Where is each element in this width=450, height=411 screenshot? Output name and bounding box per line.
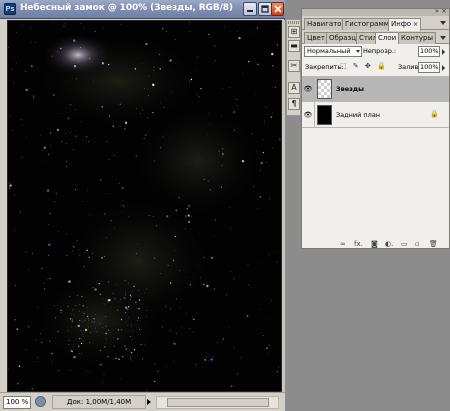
chevron-down-icon	[356, 50, 360, 53]
maximize-button[interactable]	[258, 2, 272, 16]
image-canvas[interactable]	[7, 20, 282, 392]
palette-close-icon[interactable]: ×	[441, 7, 447, 15]
layer-thumbnail	[317, 79, 332, 99]
palette-window: » × Навигатор Гистограмма Инфо × Цвет Обр…	[301, 7, 450, 249]
tab-close-icon[interactable]: ×	[413, 21, 418, 28]
layers-tab-row: Цвет Образцы Стили Слои× Контуры	[302, 31, 449, 45]
workspace: Ps Небесный замок @ 100% (Звезды, RGB/8)…	[0, 0, 450, 411]
status-bar: 100 % Док: 1,00М/1,40М	[0, 392, 285, 411]
dock-grip[interactable]	[288, 21, 299, 24]
tab-info[interactable]: Инфо ×	[388, 18, 422, 31]
info-tab-row: Навигатор Гистограмма Инфо ×	[302, 17, 449, 31]
layer-row-stars[interactable]: 👁 Звезды	[302, 76, 449, 102]
lock-options-icons[interactable]: ⬚ ✎ ✥ 🔒	[340, 62, 388, 70]
new-layer-icon[interactable]: ▫	[415, 240, 420, 248]
palette-menu-icon[interactable]	[440, 36, 446, 40]
lock-icon: 🔒	[430, 110, 439, 118]
character-icon[interactable]: A	[288, 82, 300, 94]
status-menu-arrow-icon[interactable]	[147, 399, 151, 405]
adjustment-layer-icon[interactable]: ◐.	[385, 240, 393, 248]
minimize-icon	[247, 10, 253, 12]
horizontal-scrollbar[interactable]	[156, 396, 279, 409]
tab-paths[interactable]: Контуры	[398, 32, 437, 44]
starfield-image	[8, 21, 281, 391]
minimize-button[interactable]	[243, 2, 257, 16]
scrollbar-thumb[interactable]	[167, 398, 269, 407]
paragraph-icon[interactable]: ¶	[288, 98, 300, 110]
opacity-label: Непрозр.:	[363, 47, 397, 55]
globe-icon[interactable]	[35, 396, 46, 407]
maximize-icon	[261, 5, 269, 13]
close-icon	[274, 5, 282, 13]
layer-thumbnail	[317, 105, 332, 125]
palette-menu-icon[interactable]	[440, 21, 446, 25]
layers-footer: ∞ fx. ◙ ◐. ▭ ▫ 🗑	[302, 240, 449, 248]
document-window: Ps Небесный замок @ 100% (Звезды, RGB/8)…	[0, 0, 285, 411]
eye-icon[interactable]: 👁	[302, 102, 315, 128]
canvas-edge	[282, 20, 285, 392]
palette-dock-strip: ⊞ ▬ ✂ A ¶	[286, 19, 301, 116]
fill-field[interactable]: 100%	[418, 62, 440, 73]
opacity-field[interactable]: 100%	[418, 46, 440, 57]
link-layers-icon[interactable]: ∞	[340, 240, 346, 248]
layer-comps-icon[interactable]: ▬	[288, 40, 300, 52]
history-brush-icon[interactable]: ⊞	[288, 26, 300, 38]
layer-name: Задний план	[336, 111, 381, 119]
document-title: Небесный замок @ 100% (Звезды, RGB/8)	[20, 3, 233, 13]
new-group-icon[interactable]: ▭	[401, 240, 408, 248]
tab-color[interactable]: Цвет	[304, 32, 328, 44]
layer-row-background[interactable]: 👁 Задний план 🔒	[302, 102, 449, 128]
layer-name: Звезды	[336, 85, 365, 93]
opacity-slider-arrow-icon[interactable]	[442, 49, 445, 55]
delete-layer-icon[interactable]: 🗑	[429, 240, 438, 248]
collapse-icon[interactable]: »	[435, 7, 439, 15]
layer-mask-icon[interactable]: ◙	[371, 240, 378, 248]
photoshop-app-icon: Ps	[4, 3, 16, 15]
blend-mode-select[interactable]: Нормальный	[304, 46, 362, 57]
document-info: Док: 1,00М/1,40М	[52, 395, 146, 409]
lock-label: Закрепить:	[305, 63, 344, 71]
document-title-bar[interactable]: Ps Небесный замок @ 100% (Звезды, RGB/8)	[0, 0, 285, 19]
palette-header[interactable]: » ×	[302, 7, 449, 16]
eye-icon[interactable]: 👁	[302, 76, 315, 102]
close-button[interactable]	[271, 2, 284, 16]
layers-panel: Нормальный Непрозр.: 100% Закрепить: ⬚ ✎…	[302, 44, 449, 248]
layers-list: 👁 Звезды 👁 Задний план 🔒	[302, 76, 449, 128]
tool-presets-icon[interactable]: ✂	[288, 60, 300, 72]
layer-style-icon[interactable]: fx.	[354, 240, 363, 248]
zoom-field[interactable]: 100 %	[3, 396, 31, 409]
fill-slider-arrow-icon[interactable]	[442, 65, 445, 71]
